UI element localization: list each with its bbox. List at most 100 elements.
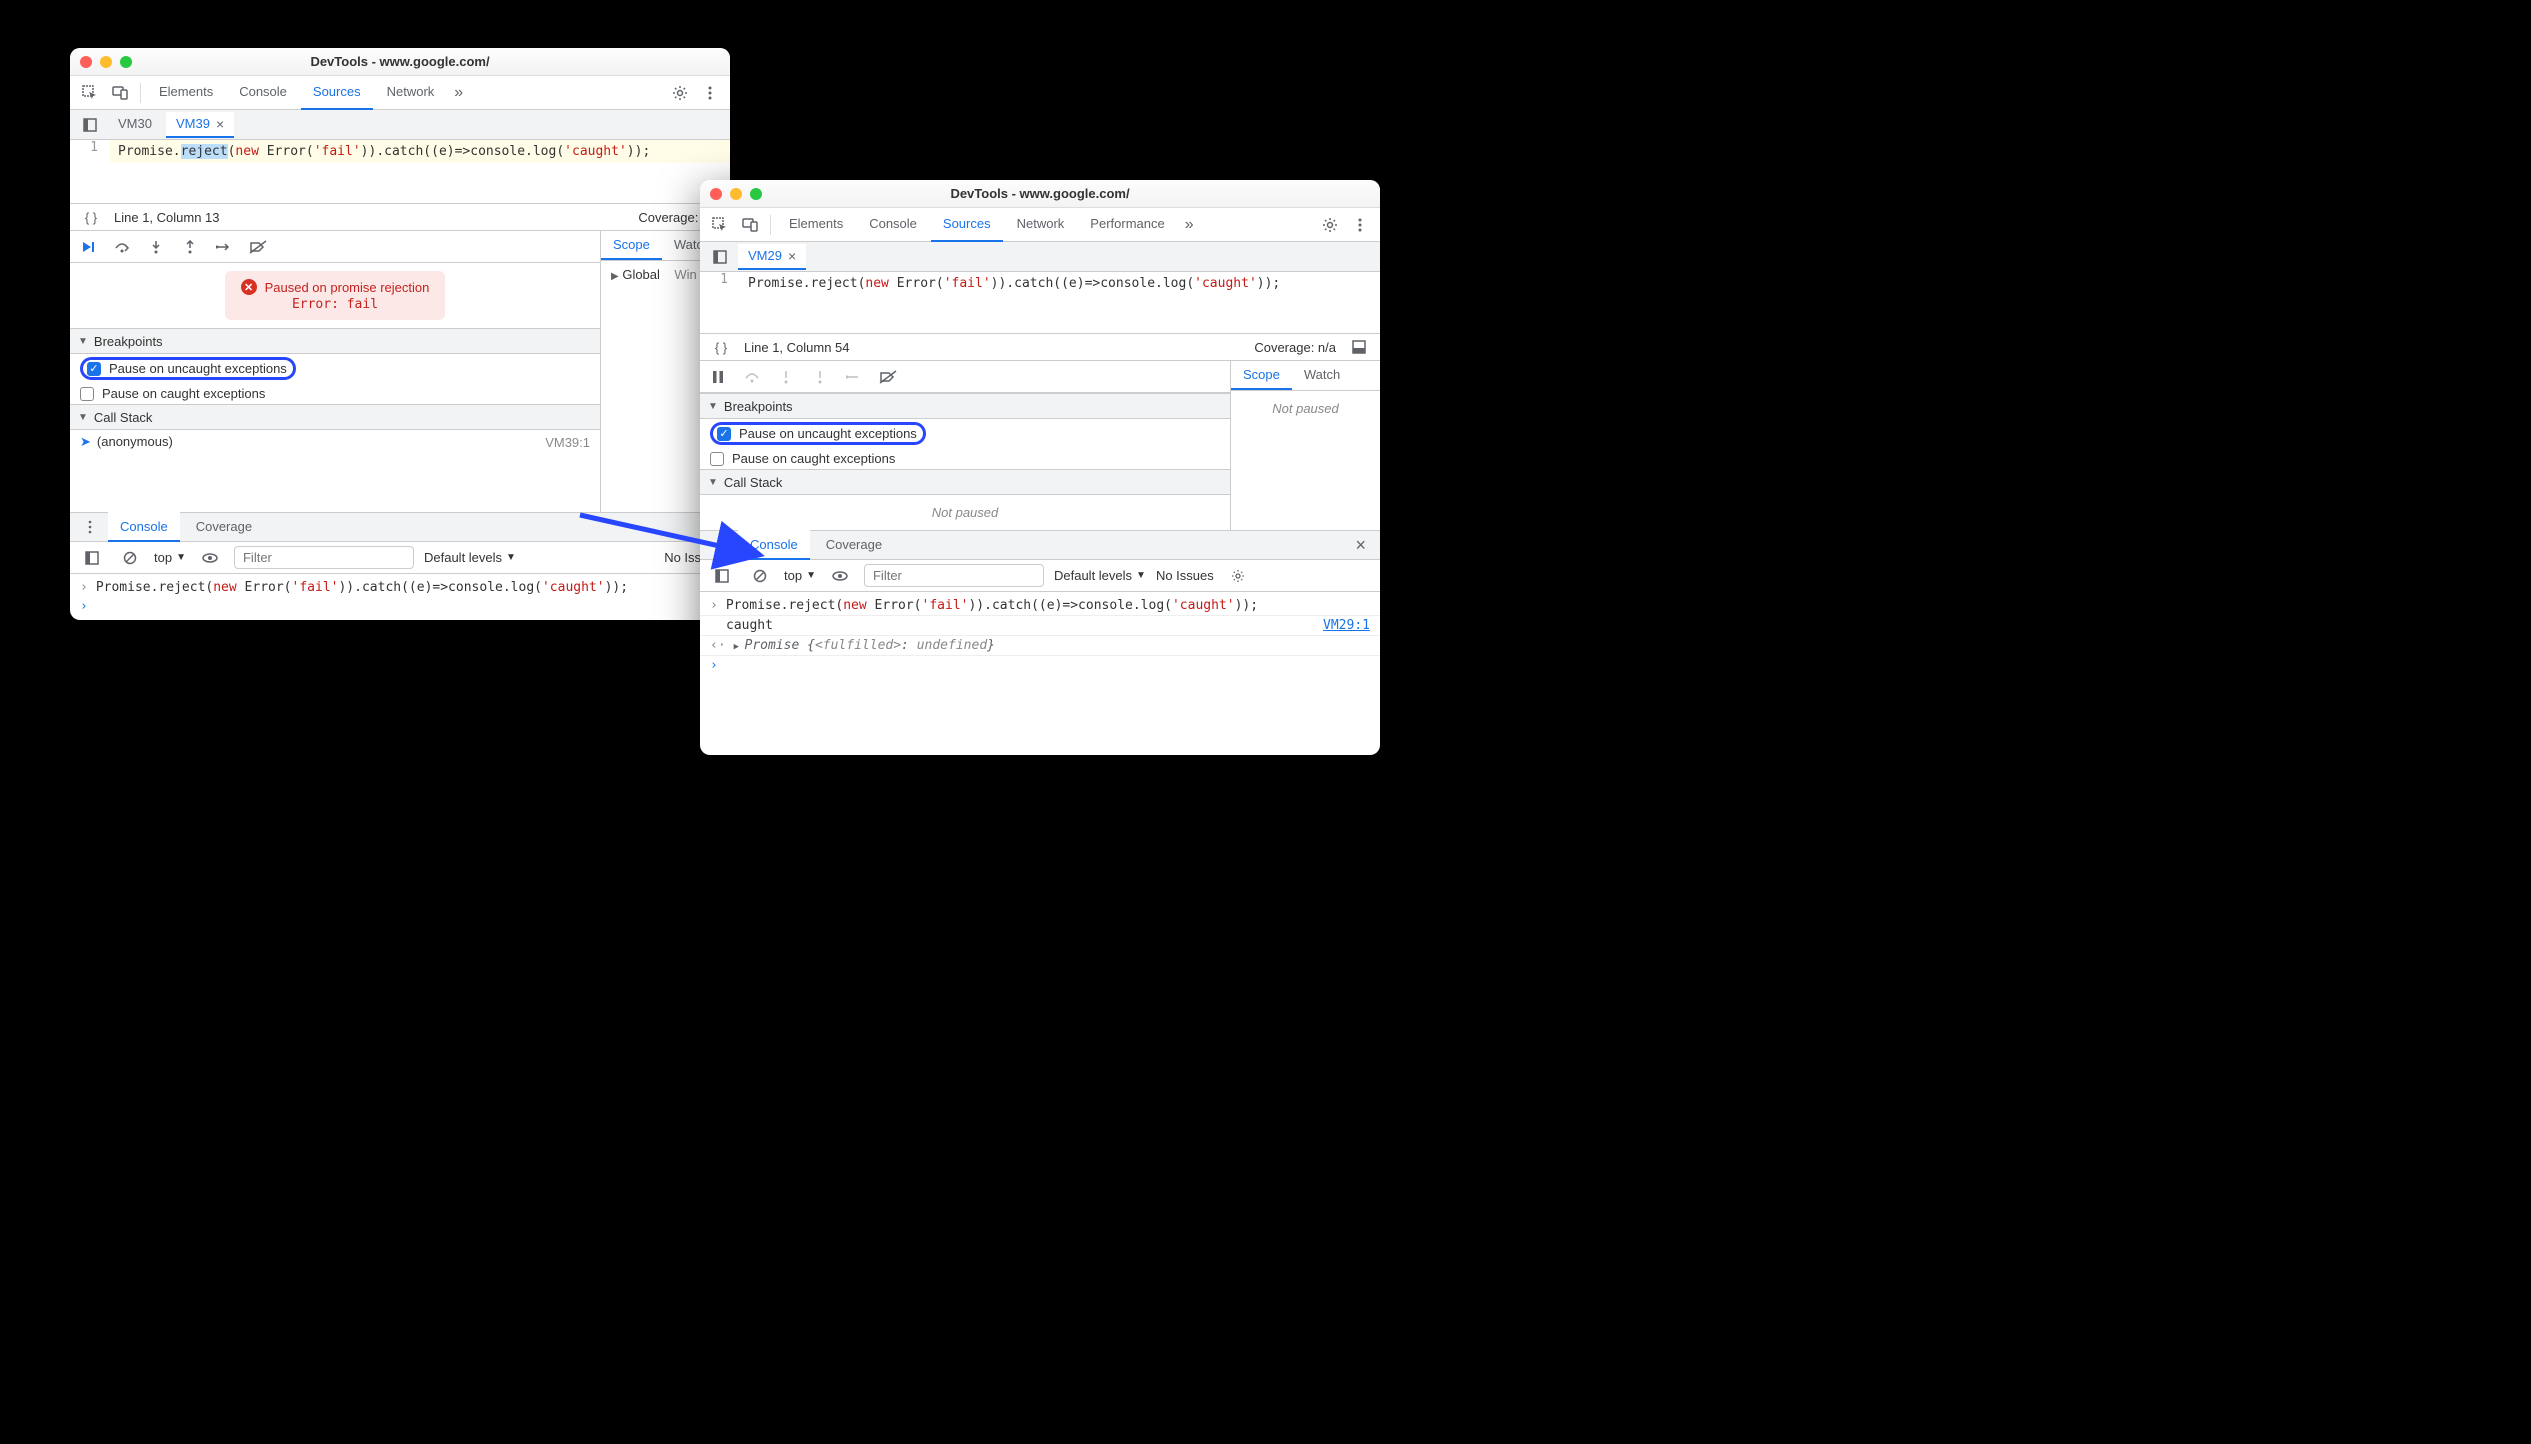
console-input-row[interactable]: › Promise.reject(new Error('fail')).catc… xyxy=(700,596,1380,616)
titlebar[interactable]: DevTools - www.google.com/ xyxy=(700,180,1380,208)
tab-sources[interactable]: Sources xyxy=(301,76,373,110)
kebab-menu-icon[interactable] xyxy=(706,531,734,559)
context-selector[interactable]: top ▼ xyxy=(784,568,816,583)
expand-icon[interactable] xyxy=(1348,336,1370,358)
tab-console[interactable]: Console xyxy=(227,76,299,110)
drawer-tab-coverage[interactable]: Coverage xyxy=(814,530,894,560)
breakpoints-header[interactable]: ▼ Breakpoints xyxy=(700,393,1230,419)
more-tabs-icon[interactable]: » xyxy=(1179,216,1200,234)
close-window-icon[interactable] xyxy=(710,188,722,200)
bp-uncaught-row[interactable]: ✓ Pause on uncaught exceptions xyxy=(70,354,600,383)
step-out-icon[interactable] xyxy=(810,367,830,387)
tab-performance[interactable]: Performance xyxy=(1078,208,1176,242)
maximize-window-icon[interactable] xyxy=(750,188,762,200)
step-into-icon[interactable] xyxy=(146,237,166,257)
gear-icon[interactable] xyxy=(666,79,694,107)
resume-icon[interactable] xyxy=(78,237,98,257)
tab-elements[interactable]: Elements xyxy=(147,76,225,110)
navigator-toggle-icon[interactable] xyxy=(706,243,734,271)
device-toggle-icon[interactable] xyxy=(106,79,134,107)
tab-elements[interactable]: Elements xyxy=(777,208,855,242)
deactivate-breakpoints-icon[interactable] xyxy=(248,237,268,257)
gear-icon[interactable] xyxy=(1316,211,1344,239)
code-editor[interactable]: 1 Promise.reject(new Error('fail')).catc… xyxy=(700,272,1380,333)
breakpoints-header[interactable]: ▼ Breakpoints xyxy=(70,328,600,354)
file-tab-vm29[interactable]: VM29 × xyxy=(738,244,806,270)
bp-caught-row[interactable]: Pause on caught exceptions xyxy=(70,383,600,404)
bp-uncaught-row[interactable]: ✓ Pause on uncaught exceptions xyxy=(700,419,1230,448)
clear-console-icon[interactable] xyxy=(116,544,144,572)
log-source-link[interactable]: VM29:1 xyxy=(1323,618,1370,633)
drawer-tab-coverage[interactable]: Coverage xyxy=(184,512,264,542)
step-into-icon[interactable] xyxy=(776,367,796,387)
callstack-frame[interactable]: ➤(anonymous) VM39:1 xyxy=(70,430,600,454)
callstack-header[interactable]: ▼ Call Stack xyxy=(70,404,600,430)
sidebar-toggle-icon[interactable] xyxy=(78,544,106,572)
console-body[interactable]: › Promise.reject(new Error('fail')).catc… xyxy=(700,592,1380,679)
checkbox-checked-icon[interactable]: ✓ xyxy=(87,362,101,376)
sidebar-toggle-icon[interactable] xyxy=(708,562,736,590)
code-text[interactable]: Promise.reject(new Error('fail')).catch(… xyxy=(740,272,1288,295)
bp-caught-row[interactable]: Pause on caught exceptions xyxy=(700,448,1230,469)
navigator-toggle-icon[interactable] xyxy=(76,111,104,139)
tab-console[interactable]: Console xyxy=(857,208,929,242)
console-body[interactable]: › Promise.reject(new Error('fail')).catc… xyxy=(70,574,730,620)
code-editor[interactable]: 1 Promise.reject(new Error('fail')).catc… xyxy=(70,140,730,203)
console-result-row[interactable]: ‹· ▶ Promise {<fulfilled>: undefined} xyxy=(700,636,1380,656)
frame-source[interactable]: VM39:1 xyxy=(545,435,590,450)
disclosure-triangle-icon[interactable]: ▶ xyxy=(611,271,619,282)
code-text[interactable]: Promise.reject(new Error('fail')).catch(… xyxy=(110,140,658,163)
code-line[interactable]: 1 Promise.reject(new Error('fail')).catc… xyxy=(700,272,1380,295)
console-log-row[interactable]: caught VM29:1 xyxy=(700,616,1380,636)
tab-network[interactable]: Network xyxy=(375,76,447,110)
live-expression-icon[interactable] xyxy=(196,544,224,572)
step-out-icon[interactable] xyxy=(180,237,200,257)
file-tab-vm30[interactable]: VM30 xyxy=(108,112,162,137)
console-filter-input[interactable] xyxy=(864,564,1044,587)
more-tabs-icon[interactable]: » xyxy=(448,84,469,102)
step-over-icon[interactable] xyxy=(112,237,132,257)
log-levels-selector[interactable]: Default levels ▼ xyxy=(1054,568,1146,583)
titlebar[interactable]: DevTools - www.google.com/ xyxy=(70,48,730,76)
kebab-menu-icon[interactable] xyxy=(76,513,104,541)
log-levels-selector[interactable]: Default levels ▼ xyxy=(424,550,516,565)
console-prompt-row[interactable]: › xyxy=(700,656,1380,675)
maximize-window-icon[interactable] xyxy=(120,56,132,68)
checkbox-unchecked-icon[interactable] xyxy=(80,387,94,401)
inspect-icon[interactable] xyxy=(76,79,104,107)
tab-network[interactable]: Network xyxy=(1005,208,1077,242)
console-input-row[interactable]: › Promise.reject(new Error('fail')).catc… xyxy=(70,578,730,597)
gear-icon[interactable] xyxy=(1224,562,1252,590)
live-expression-icon[interactable] xyxy=(826,562,854,590)
minimize-window-icon[interactable] xyxy=(100,56,112,68)
line-number[interactable]: 1 xyxy=(700,272,740,295)
deactivate-breakpoints-icon[interactable] xyxy=(878,367,898,387)
step-icon[interactable] xyxy=(214,237,234,257)
device-toggle-icon[interactable] xyxy=(736,211,764,239)
close-tab-icon[interactable]: × xyxy=(788,248,796,264)
pretty-print-icon[interactable]: { } xyxy=(80,206,102,228)
file-tab-vm39[interactable]: VM39 × xyxy=(166,112,234,138)
close-window-icon[interactable] xyxy=(80,56,92,68)
issues-counter[interactable]: No Issues xyxy=(1156,568,1214,583)
console-result-text[interactable]: ▶ Promise {<fulfilled>: undefined} xyxy=(734,638,995,653)
close-drawer-icon[interactable]: × xyxy=(1347,535,1374,556)
console-prompt-row[interactable]: › xyxy=(70,597,730,616)
console-filter-input[interactable] xyxy=(234,546,414,569)
side-tab-scope[interactable]: Scope xyxy=(1231,361,1292,390)
pause-icon[interactable] xyxy=(708,367,728,387)
close-tab-icon[interactable]: × xyxy=(216,116,224,132)
inspect-icon[interactable] xyxy=(706,211,734,239)
line-number[interactable]: 1 xyxy=(70,140,110,163)
step-icon[interactable] xyxy=(844,367,864,387)
pretty-print-icon[interactable]: { } xyxy=(710,336,732,358)
tab-sources[interactable]: Sources xyxy=(931,208,1003,242)
checkbox-checked-icon[interactable]: ✓ xyxy=(717,427,731,441)
step-over-icon[interactable] xyxy=(742,367,762,387)
minimize-window-icon[interactable] xyxy=(730,188,742,200)
side-tab-scope[interactable]: Scope xyxy=(601,231,662,260)
kebab-menu-icon[interactable] xyxy=(1346,211,1374,239)
context-selector[interactable]: top ▼ xyxy=(154,550,186,565)
checkbox-unchecked-icon[interactable] xyxy=(710,452,724,466)
callstack-header[interactable]: ▼ Call Stack xyxy=(700,469,1230,495)
